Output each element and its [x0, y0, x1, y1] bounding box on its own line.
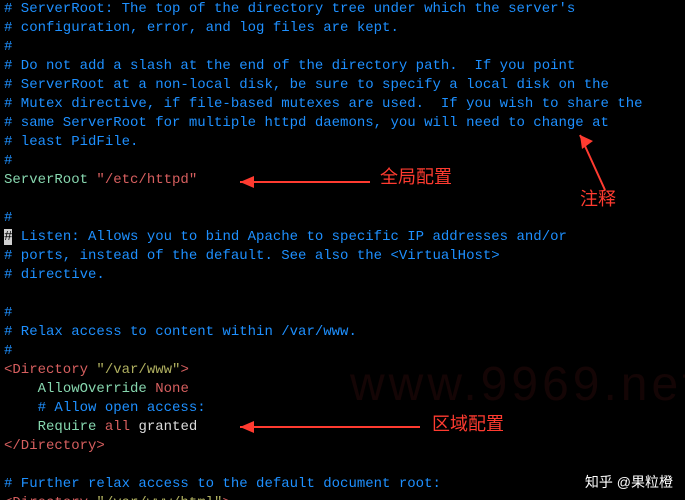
zhihu-credit: 知乎 @果粒橙	[585, 473, 673, 492]
directory-open-tag: <Directory "/var/www/html">	[0, 494, 685, 500]
code-line: # ServerRoot: The top of the directory t…	[0, 0, 685, 19]
code-line: ServerRoot "/etc/httpd"	[0, 171, 685, 190]
code-line: Require all granted	[0, 418, 685, 437]
allow-override-value: None	[155, 381, 189, 397]
blank-line	[0, 190, 685, 209]
code-line: # Relax access to content within /var/ww…	[0, 323, 685, 342]
code-line: # configuration, error, and log files ar…	[0, 19, 685, 38]
code-line: # Allow open access:	[0, 399, 685, 418]
code-line: # ServerRoot at a non-local disk, be sur…	[0, 76, 685, 95]
tag-close: >	[180, 362, 188, 378]
directory-keyword: <Directory	[4, 495, 88, 500]
tag-close: >	[222, 495, 230, 500]
terminal-editor[interactable]: # ServerRoot: The top of the directory t…	[0, 0, 685, 500]
server-root-value: "/etc/httpd"	[96, 172, 197, 188]
code-line: #	[0, 38, 685, 57]
require-keyword: Require	[38, 419, 97, 435]
code-line: # Mutex directive, if file-based mutexes…	[0, 95, 685, 114]
code-line: # Further relax access to the default do…	[0, 475, 685, 494]
blank-line	[0, 285, 685, 304]
allow-override-keyword: AllowOverride	[38, 381, 147, 397]
require-all: all	[105, 419, 130, 435]
code-line: # least PidFile.	[0, 133, 685, 152]
directory-open-tag: <Directory "/var/www">	[0, 361, 685, 380]
code-line: #	[0, 304, 685, 323]
require-granted: granted	[138, 419, 197, 435]
comment-text: # Allow open access:	[38, 400, 206, 416]
code-line: # directive.	[0, 266, 685, 285]
code-line: AllowOverride None	[0, 380, 685, 399]
server-root-keyword: ServerRoot	[4, 172, 88, 188]
code-line: # Listen: Allows you to bind Apache to s…	[0, 228, 685, 247]
code-line: #	[0, 209, 685, 228]
directory-keyword: <Directory	[4, 362, 88, 378]
code-line: # same ServerRoot for multiple httpd dae…	[0, 114, 685, 133]
code-line: # ports, instead of the default. See als…	[0, 247, 685, 266]
directory-close-tag: </Directory>	[0, 437, 685, 456]
directory-path: "/var/www/html"	[88, 495, 222, 500]
code-line: # Do not add a slash at the end of the d…	[0, 57, 685, 76]
closing-tag: </Directory>	[4, 438, 105, 454]
directory-path: "/var/www"	[88, 362, 180, 378]
blank-line	[0, 456, 685, 475]
code-line: #	[0, 152, 685, 171]
code-line: #	[0, 342, 685, 361]
comment-text: Listen: Allows you to bind Apache to spe…	[12, 229, 567, 245]
